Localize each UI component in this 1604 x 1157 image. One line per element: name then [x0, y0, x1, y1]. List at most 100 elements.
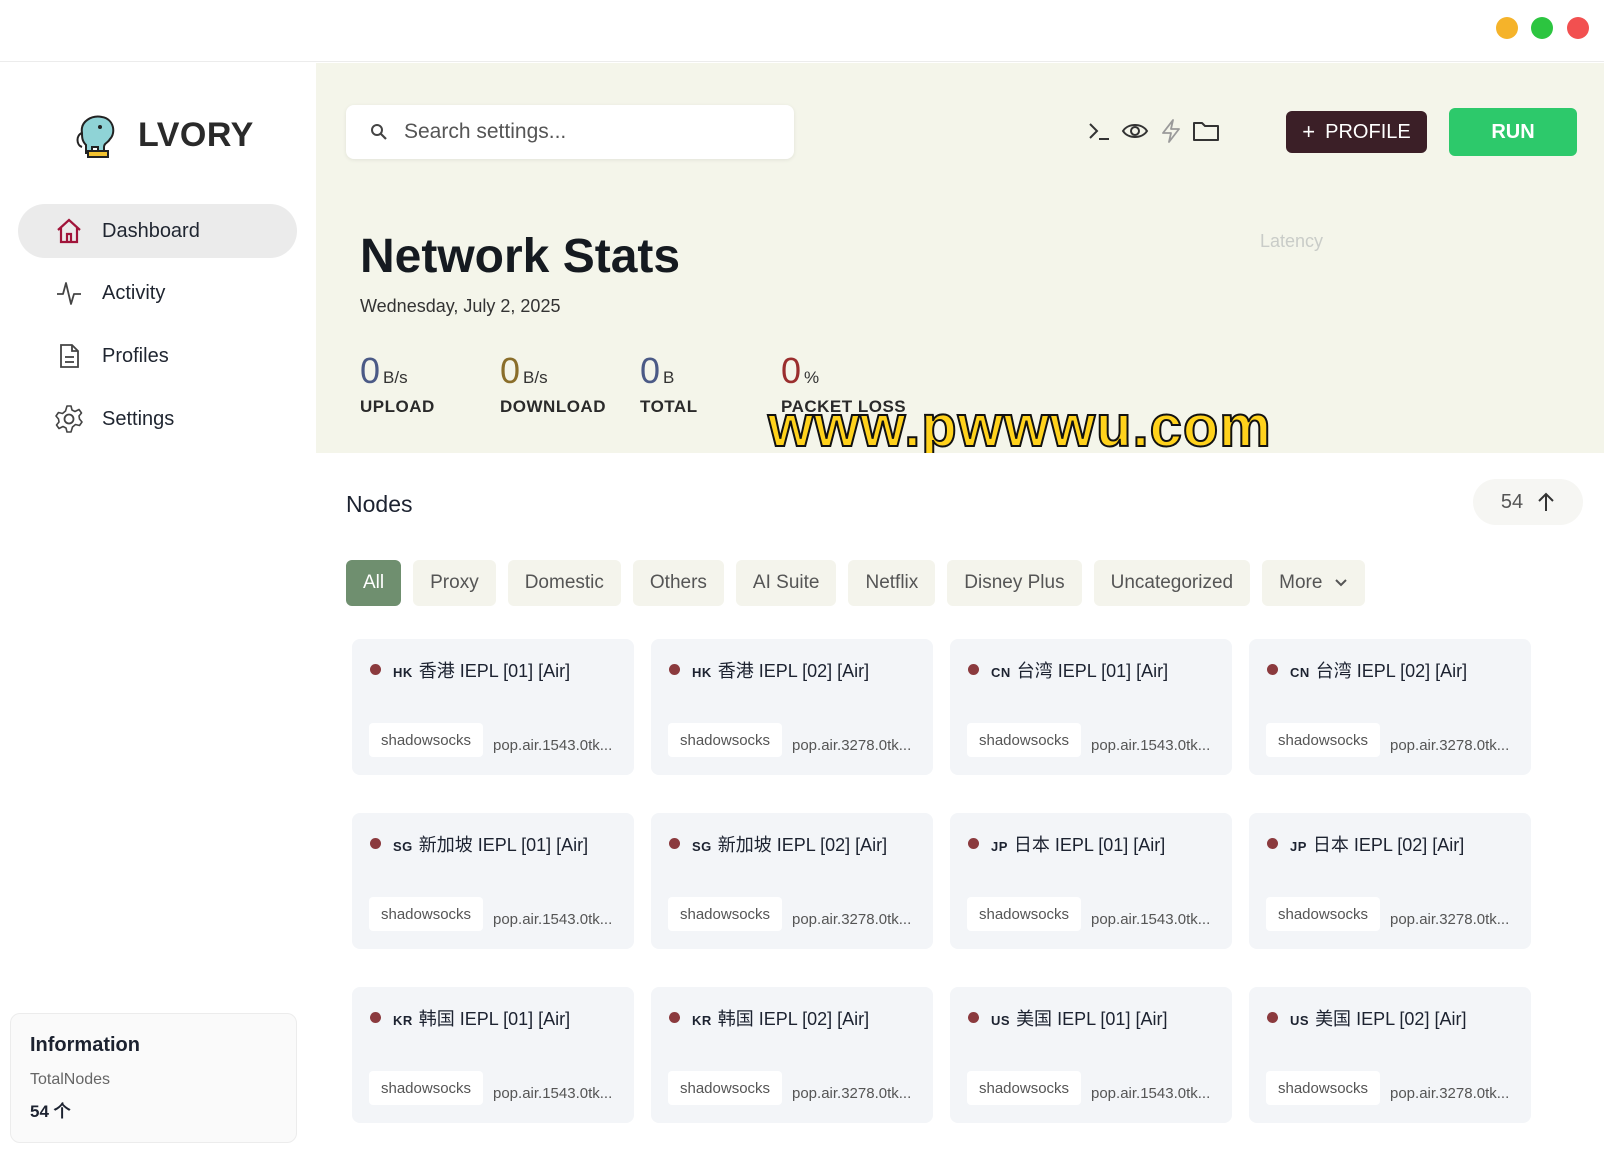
protocol-tag: shadowsocks: [369, 1071, 484, 1105]
status-dot: [1267, 1012, 1278, 1023]
window-titlebar: [0, 0, 1604, 62]
node-host: pop.air.1543.0tk...: [493, 737, 613, 754]
node-filter-tabs: All Proxy Domestic Others AI Suite Netfl…: [346, 560, 1366, 606]
country-code: HK: [393, 665, 413, 680]
status-dot: [669, 838, 680, 849]
tab-proxy[interactable]: Proxy: [413, 560, 496, 606]
tab-more[interactable]: More: [1262, 560, 1366, 606]
download-label: DOWNLOAD: [500, 397, 606, 416]
sidebar: LVORY Dashboard Activity Profiles Settin…: [0, 63, 315, 1157]
total-nodes-value: 54 个: [30, 1102, 71, 1121]
eye-icon[interactable]: [1120, 116, 1150, 146]
node-name: 台湾 IEPL [02] [Air]: [1315, 661, 1468, 681]
node-card[interactable]: JP 日本 IEPL [02] [Air] shadowsocks pop.air.3…: [1249, 813, 1531, 949]
protocol-tag: shadowsocks: [967, 723, 1082, 757]
packet-loss-unit: %: [804, 368, 820, 387]
node-card[interactable]: JP 日本 IEPL [01] [Air] shadowsocks pop.air.1…: [950, 813, 1232, 949]
node-host: pop.air.3278.0tk...: [1390, 1085, 1510, 1102]
node-name: 香港 IEPL [01] [Air]: [418, 661, 571, 681]
node-name: 韩国 IEPL [02] [Air]: [717, 1009, 870, 1029]
node-host: pop.air.3278.0tk...: [792, 1085, 912, 1102]
total-stat: 0B TOTAL: [640, 353, 698, 417]
chevron-down-icon: [1335, 579, 1348, 587]
node-card[interactable]: HK 香港 IEPL [01] [Air] shadowsocks pop.air.1…: [352, 639, 634, 775]
country-code: SG: [393, 839, 413, 854]
node-card[interactable]: HK 香港 IEPL [02] [Air] shadowsocks pop.air.3…: [651, 639, 933, 775]
country-code: KR: [393, 1013, 413, 1028]
country-code: US: [1290, 1013, 1310, 1028]
add-profile-button[interactable]: + PROFILE: [1286, 111, 1427, 153]
tab-disney-plus[interactable]: Disney Plus: [947, 560, 1082, 606]
node-name: 韩国 IEPL [01] [Air]: [418, 1009, 571, 1029]
node-card[interactable]: US 美国 IEPL [01] [Air] shadowsocks pop.air.1…: [950, 987, 1232, 1123]
node-card[interactable]: US 美国 IEPL [02] [Air] shadowsocks pop.air.3…: [1249, 987, 1531, 1123]
document-icon: [54, 341, 84, 371]
search-icon: [371, 124, 387, 140]
search-box[interactable]: [346, 105, 794, 159]
sidebar-item-profiles[interactable]: Profiles: [18, 329, 297, 383]
run-button[interactable]: RUN: [1449, 108, 1577, 156]
plus-icon: +: [1302, 119, 1316, 144]
tab-ai-suite[interactable]: AI Suite: [735, 560, 837, 606]
node-host: pop.air.1543.0tk...: [493, 1085, 613, 1102]
node-card[interactable]: KR 韩国 IEPL [01] [Air] shadowsocks pop.air.1…: [352, 987, 634, 1123]
country-code: CN: [991, 665, 1011, 680]
node-host: pop.air.3278.0tk...: [1390, 911, 1510, 928]
tab-all[interactable]: All: [346, 560, 402, 606]
status-dot: [968, 664, 979, 675]
search-input[interactable]: [404, 120, 764, 144]
nodes-section: Nodes 54 All Proxy Domestic Others AI Su…: [316, 453, 1604, 1157]
country-code: JP: [991, 839, 1008, 854]
node-host: pop.air.1543.0tk...: [1091, 737, 1211, 754]
node-host: pop.air.3278.0tk...: [1390, 737, 1510, 754]
watermark-text: www.pwwwu.com: [767, 393, 1272, 460]
tab-domestic[interactable]: Domestic: [507, 560, 621, 606]
protocol-tag: shadowsocks: [967, 897, 1082, 931]
tab-netflix[interactable]: Netflix: [848, 560, 936, 606]
home-icon: [54, 216, 84, 246]
country-code: HK: [692, 665, 712, 680]
node-name: 美国 IEPL [01] [Air]: [1016, 1009, 1168, 1029]
download-value: 0: [500, 350, 521, 391]
packet-loss-value: 0: [781, 350, 802, 391]
node-grid: HK 香港 IEPL [01] [Air] shadowsocks pop.air.1…: [352, 639, 1531, 1123]
tab-uncategorized[interactable]: Uncategorized: [1093, 560, 1251, 606]
latency-label: Latency: [1260, 231, 1324, 251]
node-card[interactable]: SG 新加坡 IEPL [01] [Air] shadowsocks pop.air.…: [352, 813, 634, 949]
total-value: 0: [640, 350, 661, 391]
node-count-sort-button[interactable]: 54: [1473, 479, 1583, 525]
current-date: Wednesday, July 2, 2025: [360, 296, 561, 316]
terminal-icon[interactable]: [1085, 116, 1115, 146]
sidebar-item-dashboard[interactable]: Dashboard: [18, 204, 297, 258]
bolt-icon[interactable]: [1156, 116, 1186, 146]
protocol-tag: shadowsocks: [1266, 897, 1381, 931]
country-code: JP: [1290, 839, 1307, 854]
tab-others[interactable]: Others: [632, 560, 724, 606]
maximize-button[interactable]: [1531, 17, 1553, 39]
information-card: Information TotalNodes 54 个: [10, 1013, 297, 1143]
upload-unit: B/s: [383, 368, 408, 387]
node-card[interactable]: SG 新加坡 IEPL [02] [Air] shadowsocks pop.air.…: [651, 813, 933, 949]
status-dot: [370, 664, 381, 675]
node-card[interactable]: KR 韩国 IEPL [02] [Air] shadowsocks pop.air.3…: [651, 987, 933, 1123]
sidebar-item-label: Dashboard: [102, 219, 200, 242]
node-host: pop.air.1543.0tk...: [1091, 1085, 1211, 1102]
sidebar-item-label: Activity: [102, 281, 166, 304]
close-button[interactable]: [1567, 17, 1589, 39]
sidebar-item-label: Settings: [102, 407, 175, 430]
total-label: TOTAL: [640, 397, 698, 416]
node-host: pop.air.3278.0tk...: [792, 737, 912, 754]
app-name: LVORY: [138, 115, 254, 154]
node-card[interactable]: CN 台湾 IEPL [02] [Air] shadowsocks pop.air.3…: [1249, 639, 1531, 775]
status-dot: [370, 1012, 381, 1023]
status-dot: [669, 664, 680, 675]
node-card[interactable]: CN 台湾 IEPL [01] [Air] shadowsocks pop.air.1…: [950, 639, 1232, 775]
country-code: CN: [1290, 665, 1310, 680]
folder-icon[interactable]: [1191, 116, 1221, 146]
node-name: 日本 IEPL [01] [Air]: [1013, 835, 1166, 855]
sidebar-item-settings[interactable]: Settings: [18, 392, 297, 446]
minimize-button[interactable]: [1496, 17, 1518, 39]
sidebar-item-activity[interactable]: Activity: [18, 266, 297, 320]
node-host: pop.air.1543.0tk...: [1091, 911, 1211, 928]
arrow-up-icon: [1538, 492, 1554, 511]
